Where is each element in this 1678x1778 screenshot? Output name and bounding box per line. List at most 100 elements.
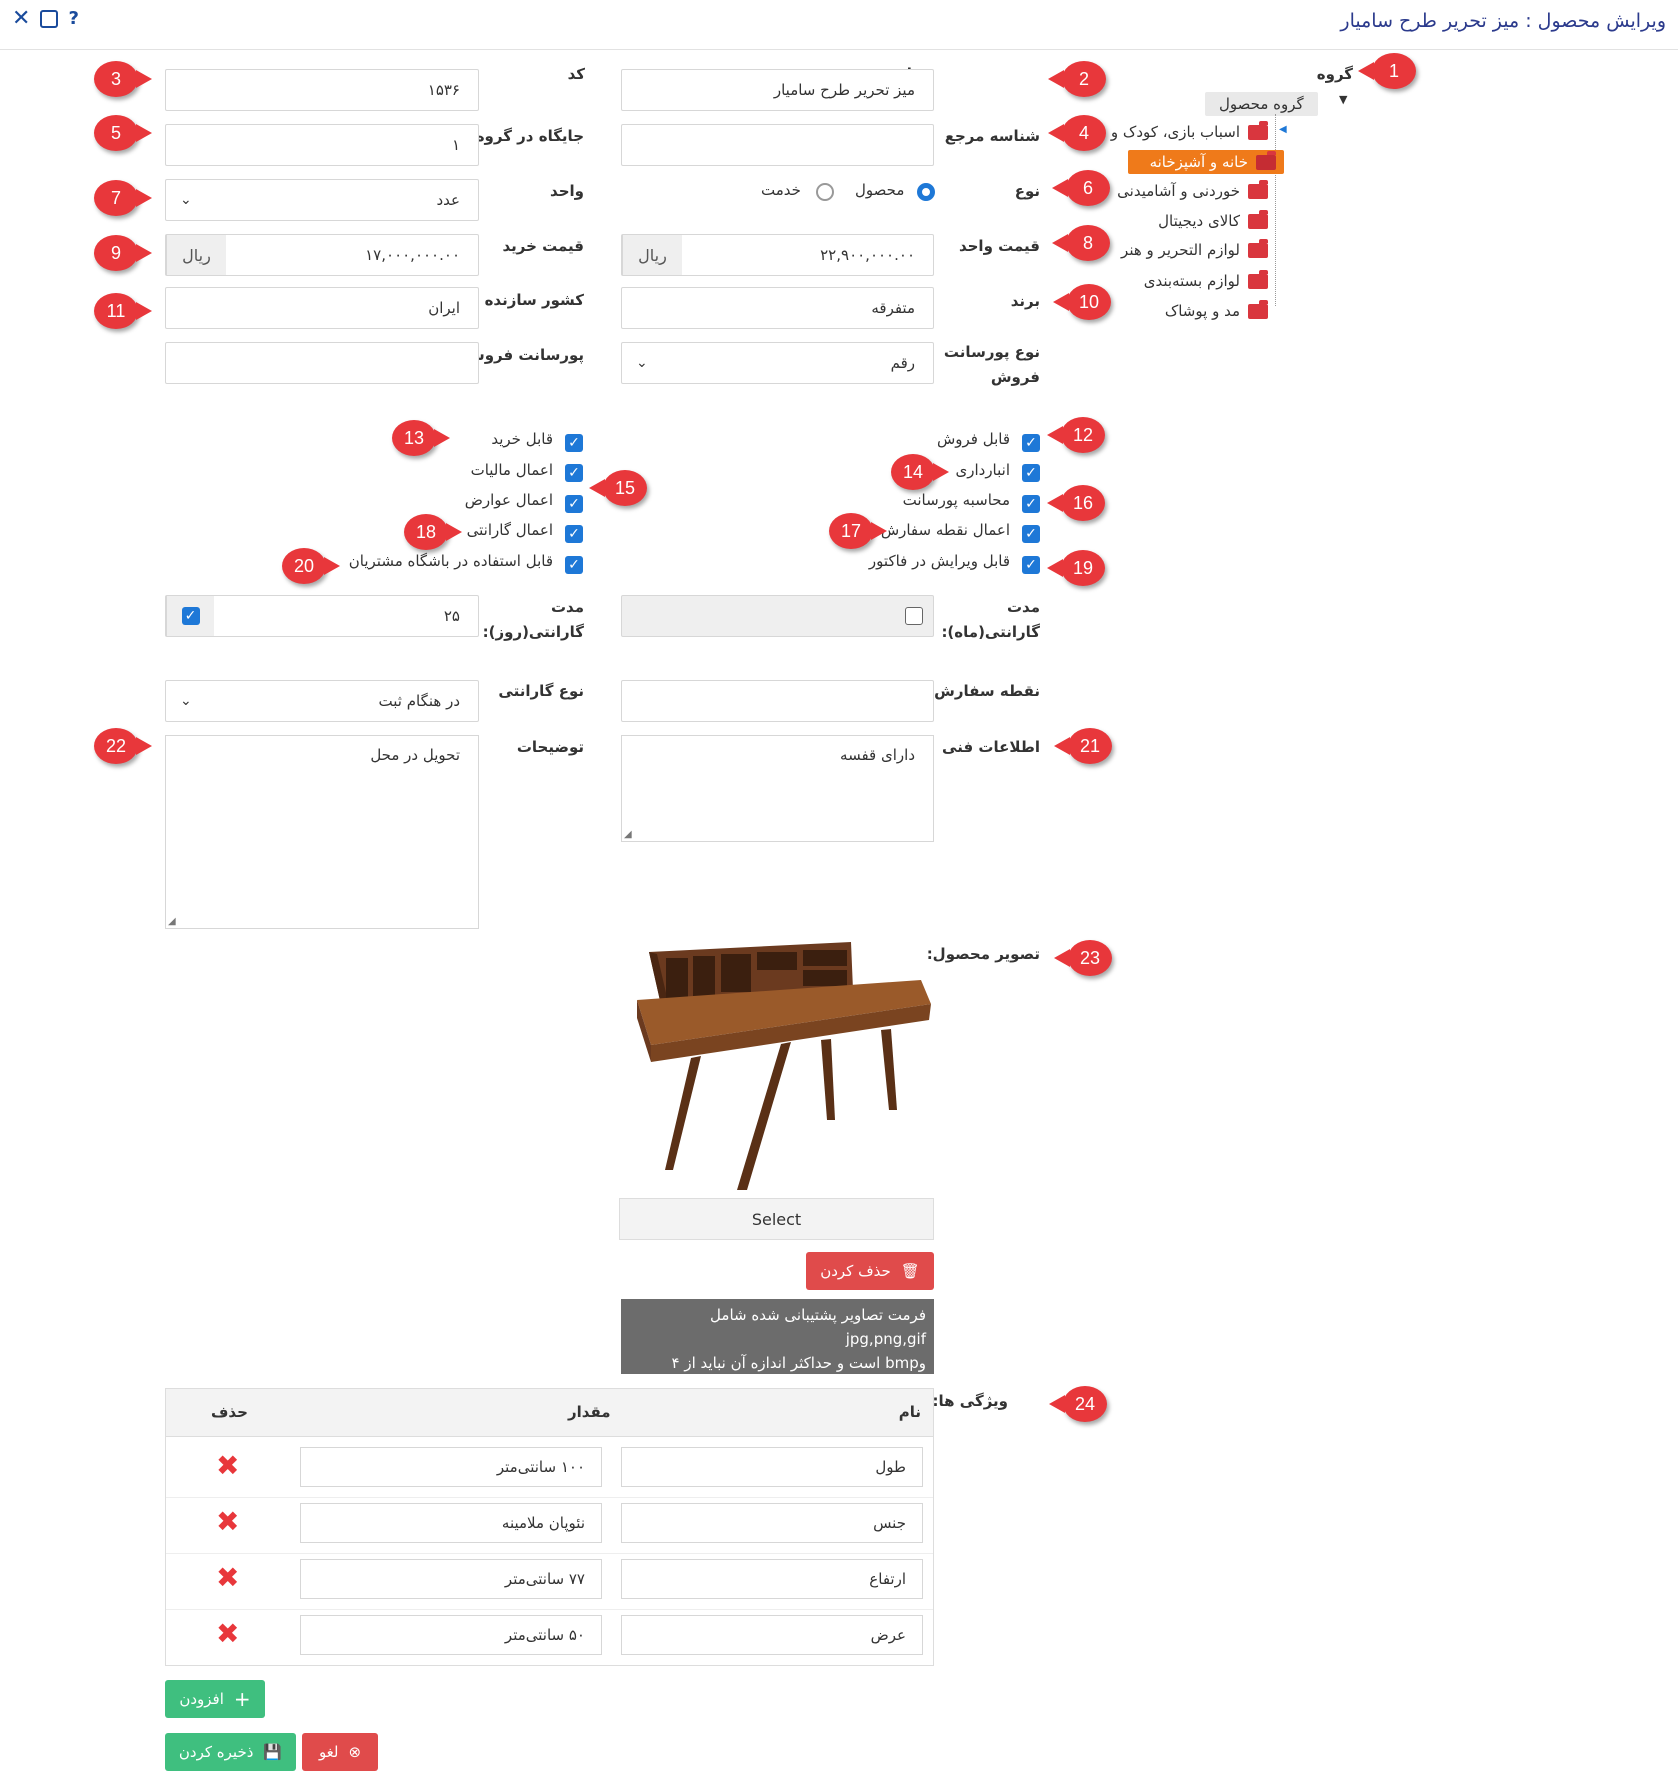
delete-row-icon[interactable]: ✖ (216, 1620, 239, 1648)
tree-item-fashion[interactable]: مد و پوشاک (1165, 299, 1268, 323)
badge-19: 19 (1047, 550, 1105, 586)
type-service-radio[interactable] (816, 183, 834, 201)
image-delete-button[interactable]: 🗑 حذف کردن (806, 1252, 934, 1290)
warranty-label: اعمال گارانتی (466, 521, 553, 539)
code-field[interactable]: ۱۵۳۶ (165, 69, 479, 111)
features-label: ویژگی ها: (932, 1392, 1008, 1410)
warranty-type-label: نوع گارانتی (498, 682, 584, 700)
buy-price-field[interactable]: ۱۷,۰۰۰,۰۰۰.۰۰ ریال (165, 234, 479, 276)
ref-field[interactable] (621, 124, 934, 166)
cancel-button[interactable]: ⊗ لغو (302, 1733, 378, 1771)
folder-icon (1256, 150, 1276, 170)
maximize-icon[interactable] (40, 10, 59, 28)
badge-20: 20 (282, 548, 340, 584)
header-value: مقدار (568, 1403, 611, 1421)
feature-name-field[interactable]: ارتفاع (621, 1559, 923, 1599)
delete-row-icon[interactable]: ✖ (216, 1452, 239, 1480)
close-icon[interactable]: ✕ (12, 8, 30, 30)
folder-icon (1248, 269, 1268, 289)
feature-value-field[interactable]: ۱۰۰ سانتی‌متر (300, 1447, 602, 1487)
badge-2: 2 (1048, 61, 1106, 97)
type-service-label: خدمت (761, 181, 801, 199)
feature-name-field[interactable]: جنس (621, 1503, 923, 1543)
duties-label: اعمال عوارض (464, 491, 553, 509)
image-format-info: فرمت تصاویر پشتیبانی شده شامل jpg,png,gi… (621, 1299, 934, 1396)
badge-6: 6 (1052, 170, 1110, 206)
unit-select[interactable]: عدد ⌄ (165, 179, 479, 221)
badge-12: 12 (1047, 417, 1105, 453)
tax-checkbox[interactable]: ✓ (565, 464, 583, 482)
warranty-month-checkbox[interactable] (905, 607, 923, 625)
table-header: نام مقدار حذف (166, 1389, 933, 1437)
buyable-checkbox[interactable]: ✓ (565, 434, 583, 452)
tree-item-home-kitchen[interactable]: خانه و آشپزخانه (1127, 150, 1284, 174)
type-product-label: محصول (855, 181, 905, 199)
feature-name-field[interactable]: طول (621, 1447, 923, 1487)
country-field[interactable]: ایران (165, 287, 479, 329)
badge-10: 10 (1053, 284, 1111, 320)
tree-item-food[interactable]: خوردنی و آشامیدنی (1117, 179, 1268, 203)
feature-value-field[interactable]: ۷۷ سانتی‌متر (300, 1559, 602, 1599)
commission-calc-checkbox[interactable]: ✓ (1022, 495, 1040, 513)
badge-15: 15 (589, 470, 647, 506)
country-label: کشور سازنده (484, 291, 584, 309)
warranty-checkbox[interactable]: ✓ (565, 525, 583, 543)
warranty-day-checkbox[interactable]: ✓ (181, 607, 200, 625)
badge-14: 14 (891, 454, 949, 490)
brand-field[interactable]: متفرقه (621, 287, 934, 329)
tech-label: اطلاعات فنی (942, 738, 1040, 756)
warranty-month-label: مدت گارانتی(ماه): (941, 598, 1040, 641)
save-button[interactable]: 💾 ذخیره کردن (165, 1733, 296, 1771)
tree-expand-icon[interactable]: ◀ (1279, 124, 1287, 135)
feature-value-field[interactable]: ۵۰ سانتی‌متر (300, 1615, 602, 1655)
order-point-checkbox[interactable]: ✓ (1022, 525, 1040, 543)
club-checkbox[interactable]: ✓ (565, 556, 583, 574)
warranty-day-field[interactable]: ۲۵ ✓ (165, 595, 479, 637)
warranty-month-field[interactable] (621, 595, 934, 637)
badge-8: 8 (1052, 225, 1110, 261)
tree-item-stationery[interactable]: لوازم التحریر و هنر (1121, 238, 1268, 262)
duties-checkbox[interactable]: ✓ (565, 495, 583, 513)
desc-textarea[interactable]: تحویل در محل ◢ (165, 735, 479, 929)
delete-row-icon[interactable]: ✖ (216, 1508, 239, 1536)
tree-root[interactable]: گروه محصول (1205, 92, 1318, 116)
delete-row-icon[interactable]: ✖ (216, 1564, 239, 1592)
type-product-radio[interactable] (917, 183, 935, 201)
feature-value-field[interactable]: نئوپان ملامینه (300, 1503, 602, 1543)
sellable-checkbox[interactable]: ✓ (1022, 434, 1040, 452)
inventory-label: انبارداری (955, 461, 1010, 479)
resize-grip-icon[interactable]: ◢ (624, 829, 632, 840)
warranty-day-addon: ✓ (166, 596, 214, 636)
tree-collapse-icon[interactable]: ▼ (1339, 93, 1347, 106)
commission-type-label: نوع پورسانت فروش (943, 343, 1040, 386)
folder-icon (1248, 120, 1268, 140)
unit-label: واحد (550, 182, 584, 200)
add-feature-button[interactable]: + افزودن (165, 1680, 265, 1718)
tree-item-digital[interactable]: کالای دیجیتال (1158, 209, 1268, 233)
commission-field[interactable] (165, 342, 479, 384)
tech-textarea[interactable]: دارای قفسه ◢ (621, 735, 934, 842)
order-point-field[interactable] (621, 680, 934, 722)
folder-icon (1248, 209, 1268, 229)
folder-icon (1248, 179, 1268, 199)
editable-invoice-checkbox[interactable]: ✓ (1022, 556, 1040, 574)
position-field[interactable]: ۱ (165, 124, 479, 166)
trash-icon: 🗑 (900, 1262, 920, 1280)
currency-addon: ریال (166, 235, 226, 275)
name-field[interactable]: میز تحریر طرح سامیار (621, 69, 934, 111)
inventory-checkbox[interactable]: ✓ (1022, 464, 1040, 482)
help-icon[interactable]: ? (68, 8, 78, 30)
badge-22: 22 (94, 728, 152, 764)
commission-type-select[interactable]: رقم ⌄ (621, 342, 934, 384)
desc-label: توضیحات (516, 738, 584, 756)
feature-name-field[interactable]: عرض (621, 1615, 923, 1655)
tree-item-packaging[interactable]: لوازم بسته‌بندی (1144, 269, 1268, 293)
resize-grip-icon[interactable]: ◢ (168, 916, 176, 927)
image-select-button[interactable]: Select (619, 1198, 934, 1240)
save-icon: 💾 (263, 1743, 283, 1761)
title-bar: ویرایش محصول : میز تحریر طرح سامیار ✕ ? (0, 0, 1678, 50)
warranty-type-select[interactable]: در هنگام ثبت ⌄ (165, 680, 479, 722)
ref-label: شناسه مرجع (944, 127, 1040, 145)
badge-1: 1 (1358, 53, 1416, 89)
unit-price-field[interactable]: ۲۲,۹۰۰,۰۰۰.۰۰ ریال (621, 234, 934, 276)
